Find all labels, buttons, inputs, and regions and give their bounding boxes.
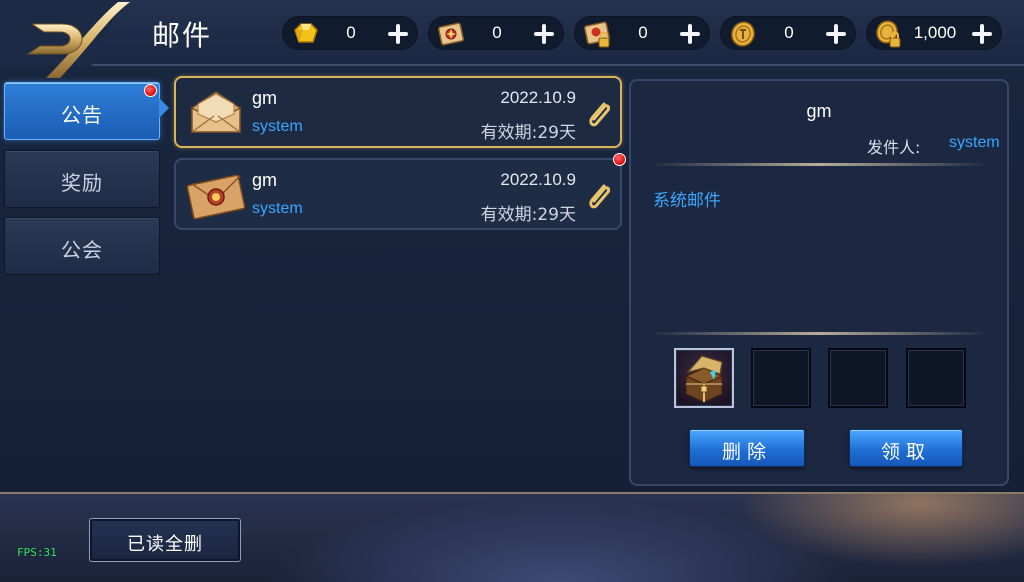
attachment-slot — [828, 348, 888, 408]
delete-read-label: 已读全删 — [127, 534, 203, 555]
currency-value: 0 — [638, 23, 648, 42]
page-title: 邮件 — [152, 19, 213, 52]
mail-date: 2022.10.9 — [500, 170, 576, 189]
top-bar: 邮件 0 0 0 0 1,000 — [0, 0, 1024, 78]
bottom-bar: FPS:31 已读全删 — [0, 492, 1024, 582]
delete-read-button[interactable]: 已读全删 — [89, 518, 241, 562]
claim-label: 领取 — [880, 441, 931, 463]
currency-locked-coin: 1,000 — [866, 16, 1002, 50]
active-tab-pointer — [159, 98, 169, 118]
tab-label: 公会 — [61, 238, 103, 262]
divider — [649, 163, 989, 166]
mail-screen: 邮件 0 0 0 0 1,000 公告 奖励 公会 gm system 2022… — [0, 0, 1024, 582]
treasure-chest-icon — [685, 355, 723, 403]
divider — [649, 332, 989, 335]
locked-scroll-icon — [583, 21, 611, 48]
delete-button[interactable]: 删除 — [689, 429, 805, 467]
coin-icon — [731, 21, 755, 47]
add-coin-button[interactable] — [823, 21, 849, 47]
tab-label: 奖励 — [61, 171, 103, 195]
mail-expiry: 有效期:29天 — [480, 123, 576, 143]
mail-detail-panel: gm 发件人: system 系统邮件 删除 领取 — [629, 79, 1009, 486]
scroll-icon — [437, 22, 465, 46]
add-locked-coin-button[interactable] — [969, 21, 995, 47]
tab-rewards[interactable]: 奖励 — [4, 150, 160, 208]
add-locked-scroll-button[interactable] — [677, 21, 703, 47]
back-button[interactable] — [0, 0, 140, 78]
fps-counter: FPS:31 — [17, 546, 57, 559]
mail-item[interactable]: gm system 2022.10.9 有效期:29天 — [174, 158, 622, 230]
back-arrow-icon — [0, 0, 130, 78]
add-gem-button[interactable] — [385, 21, 411, 47]
mail-expiry: 有效期:29天 — [480, 205, 576, 225]
add-scroll-button[interactable] — [531, 21, 557, 47]
mail-sender: gm — [252, 88, 278, 108]
gem-icon — [294, 23, 318, 43]
attachment-slot — [906, 348, 966, 408]
delete-label: 删除 — [721, 441, 772, 463]
currency-value: 0 — [492, 23, 502, 42]
mail-date: 2022.10.9 — [500, 88, 576, 107]
sender-value: system — [949, 134, 1000, 151]
mail-type: system — [252, 200, 303, 217]
notification-dot — [144, 84, 157, 97]
paperclip-icon — [589, 102, 611, 127]
currency-locked-scroll: 0 — [574, 16, 710, 50]
opened-envelope-icon — [191, 91, 241, 133]
currency-value: 0 — [784, 23, 794, 42]
tab-announcement[interactable]: 公告 — [4, 82, 160, 140]
tab-guild[interactable]: 公会 — [4, 217, 160, 275]
attachment-slot — [751, 348, 811, 408]
detail-sender: gm — [806, 101, 832, 121]
currency-coin: 0 — [720, 16, 856, 50]
mail-body: 系统邮件 — [653, 191, 721, 211]
claim-button[interactable]: 领取 — [849, 429, 963, 467]
currency-scroll: 0 — [428, 16, 564, 50]
mail-item[interactable]: gm system 2022.10.9 有效期:29天 — [174, 76, 622, 148]
currency-gem: 0 — [282, 16, 418, 50]
mail-type: system — [252, 118, 303, 135]
mail-sender: gm — [252, 170, 278, 190]
sender-label: 发件人: — [867, 138, 921, 157]
attachment-slot[interactable] — [674, 348, 734, 408]
locked-coin-icon — [876, 20, 901, 48]
currency-value: 1,000 — [913, 23, 957, 42]
currency-value: 0 — [346, 23, 356, 42]
unread-dot — [613, 153, 626, 166]
tab-label: 公告 — [61, 103, 103, 127]
sealed-envelope-icon — [186, 174, 246, 220]
paperclip-icon — [589, 184, 611, 209]
